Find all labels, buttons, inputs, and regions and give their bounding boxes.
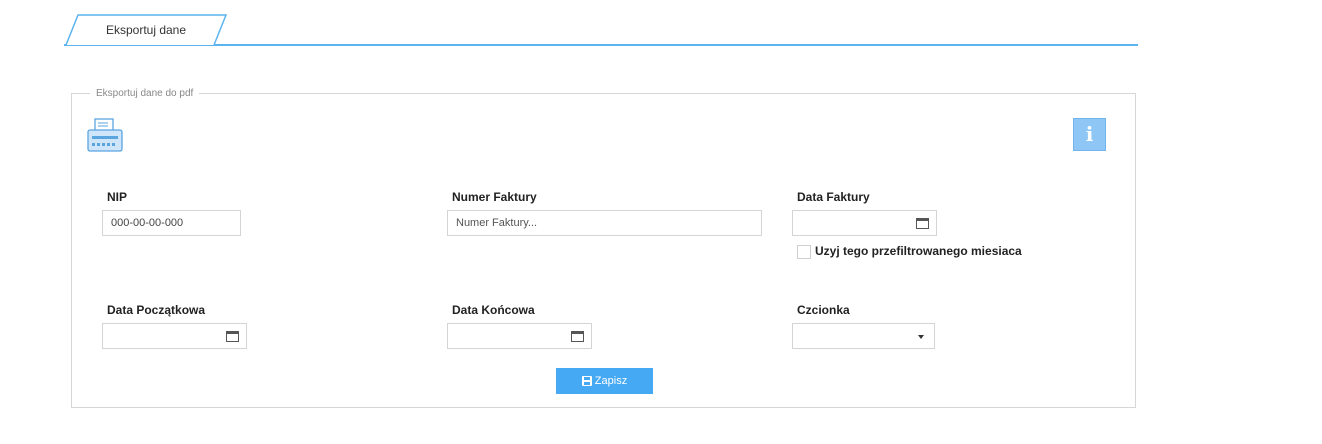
- invoice-number-label: Numer Faktury: [452, 190, 537, 204]
- printer-icon: [87, 118, 123, 152]
- tab-export-data[interactable]: Eksportuj dane: [64, 14, 228, 46]
- info-icon[interactable]: i: [1073, 118, 1106, 151]
- font-select[interactable]: [792, 323, 935, 349]
- end-date-label: Data Końcowa: [452, 303, 535, 317]
- end-date-input[interactable]: [447, 323, 592, 349]
- use-filtered-month-checkbox[interactable]: [797, 245, 811, 259]
- save-button[interactable]: Zapisz: [556, 368, 653, 394]
- nip-input[interactable]: [102, 210, 241, 236]
- calendar-icon[interactable]: [571, 330, 584, 342]
- invoice-number-input[interactable]: [447, 210, 762, 236]
- use-filtered-month-label: Uzyj tego przefiltrowanego miesiaca: [815, 244, 1022, 258]
- invoice-date-label: Data Faktury: [797, 190, 870, 204]
- invoice-date-input[interactable]: [792, 210, 937, 236]
- save-label: Zapisz: [594, 375, 628, 387]
- font-label: Czcionka: [797, 303, 850, 317]
- tab-label: Eksportuj dane: [105, 23, 187, 37]
- panel-legend: Eksportuj dane do pdf: [90, 88, 200, 100]
- start-date-label: Data Początkowa: [107, 303, 206, 317]
- calendar-icon[interactable]: [916, 217, 929, 229]
- floppy-disk-icon: [581, 376, 592, 386]
- calendar-icon[interactable]: [226, 330, 239, 342]
- nip-label: NIP: [107, 190, 128, 204]
- start-date-input[interactable]: [102, 323, 247, 349]
- chevron-down-icon: [918, 335, 924, 339]
